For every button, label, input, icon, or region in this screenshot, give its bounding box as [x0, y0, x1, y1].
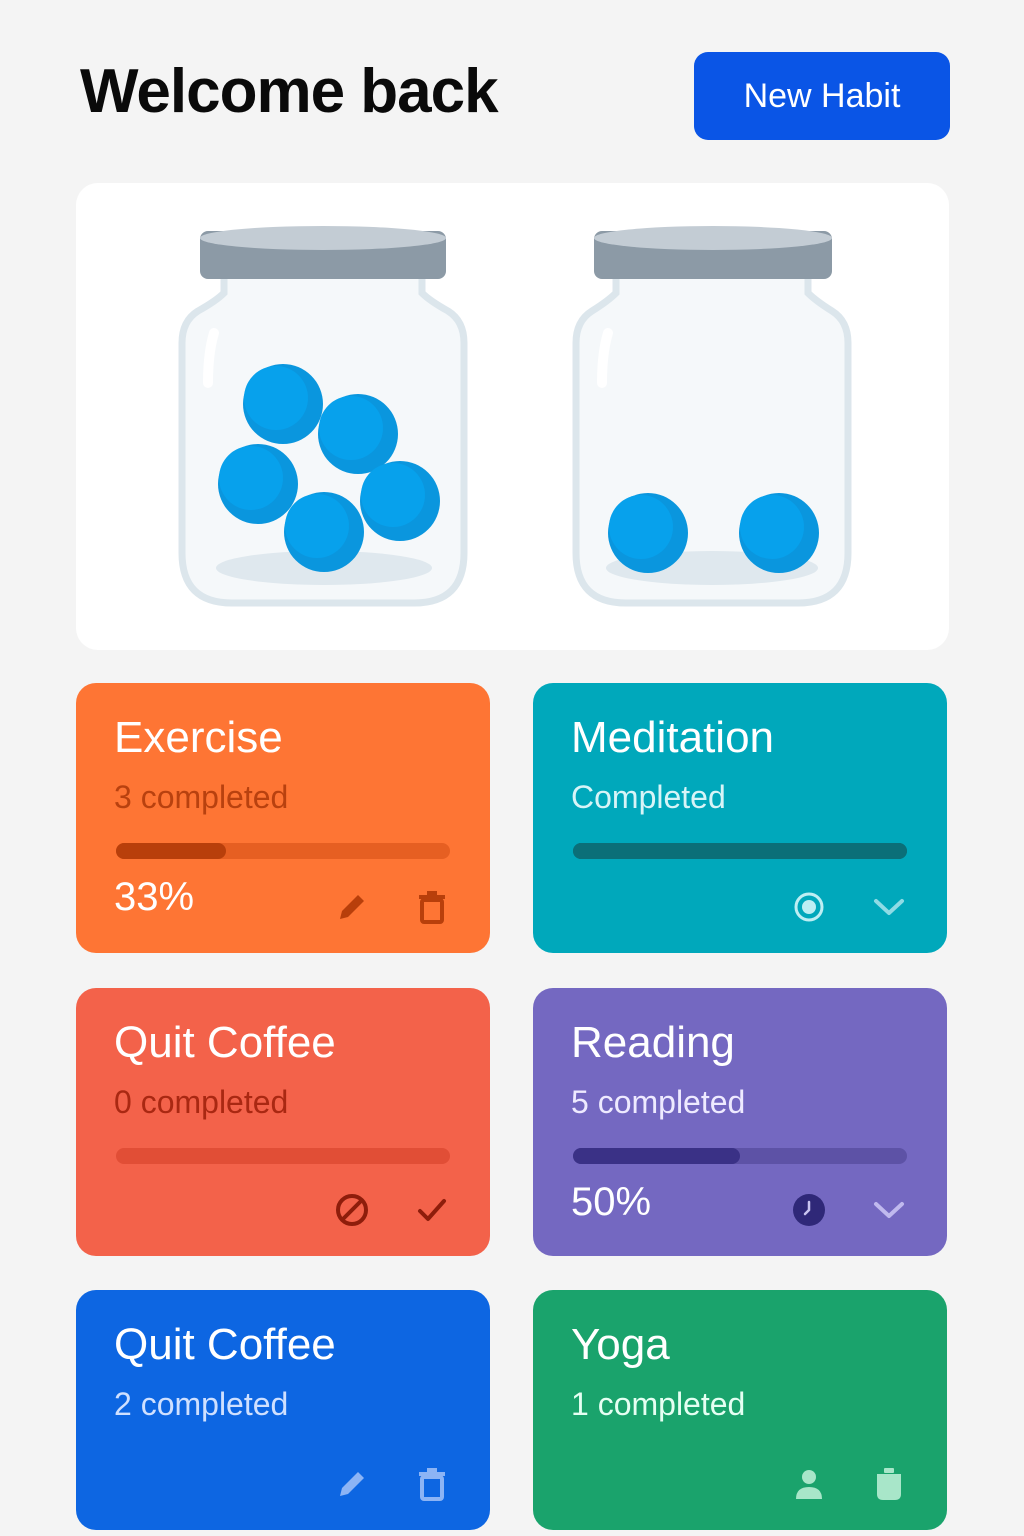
- page-title: Welcome back: [80, 57, 499, 126]
- habit-name: Quit Coffee: [114, 1018, 336, 1067]
- habit-status: 1 completed: [571, 1386, 746, 1422]
- progress-percent: 33%: [114, 875, 195, 919]
- habit-card-exercise[interactable]: Exercise 3 completed 33%: [76, 683, 490, 953]
- habit-card-yoga[interactable]: Yoga 1 completed: [533, 1290, 947, 1530]
- habit-status: Completed: [571, 779, 726, 815]
- progress-fill: [573, 1148, 740, 1164]
- habit-status: 0 completed: [114, 1084, 289, 1120]
- habit-card-quit-coffee-2[interactable]: Quit Coffee 2 completed: [76, 1290, 490, 1530]
- chevron-down-icon[interactable]: [871, 889, 907, 925]
- habit-status: 3 completed: [114, 779, 289, 815]
- clock-icon[interactable]: [791, 1192, 827, 1228]
- habit-name: Reading: [571, 1018, 735, 1067]
- habit-name: Yoga: [571, 1320, 670, 1369]
- jar-right: [572, 226, 852, 607]
- progress-percent: 50%: [571, 1180, 652, 1224]
- chevron-down-icon[interactable]: [871, 1192, 907, 1228]
- habit-name: Exercise: [114, 713, 283, 762]
- circle-icon[interactable]: [791, 889, 827, 925]
- person-icon[interactable]: [791, 1466, 827, 1502]
- header: Welcome back New Habit: [80, 52, 950, 140]
- progress-fill: [116, 843, 227, 859]
- progress-bar: [573, 843, 907, 859]
- habit-name: Meditation: [571, 713, 775, 762]
- new-habit-button[interactable]: New Habit: [694, 52, 950, 140]
- jar-left: [178, 226, 468, 607]
- cup-icon[interactable]: [871, 1466, 907, 1502]
- progress-bar: [573, 1148, 907, 1164]
- pencil-icon[interactable]: [334, 889, 370, 925]
- progress-bar: [116, 843, 450, 859]
- check-icon[interactable]: [414, 1192, 450, 1228]
- progress-fill: [573, 843, 907, 859]
- habit-card-quit-coffee[interactable]: Quit Coffee 0 completed: [76, 988, 490, 1256]
- habit-name: Quit Coffee: [114, 1320, 336, 1369]
- jars-illustration: [178, 226, 852, 607]
- habit-card-meditation[interactable]: Meditation Completed: [533, 683, 947, 953]
- progress-bar: [116, 1148, 450, 1164]
- jar-panel: [76, 183, 949, 650]
- habit-card-reading[interactable]: Reading 5 completed 50%: [533, 988, 947, 1256]
- trash-icon[interactable]: [414, 1466, 450, 1502]
- habit-status: 5 completed: [571, 1084, 746, 1120]
- ban-icon[interactable]: [334, 1192, 370, 1228]
- habit-status: 2 completed: [114, 1386, 289, 1422]
- trash-icon[interactable]: [414, 889, 450, 925]
- pencil-icon[interactable]: [334, 1466, 370, 1502]
